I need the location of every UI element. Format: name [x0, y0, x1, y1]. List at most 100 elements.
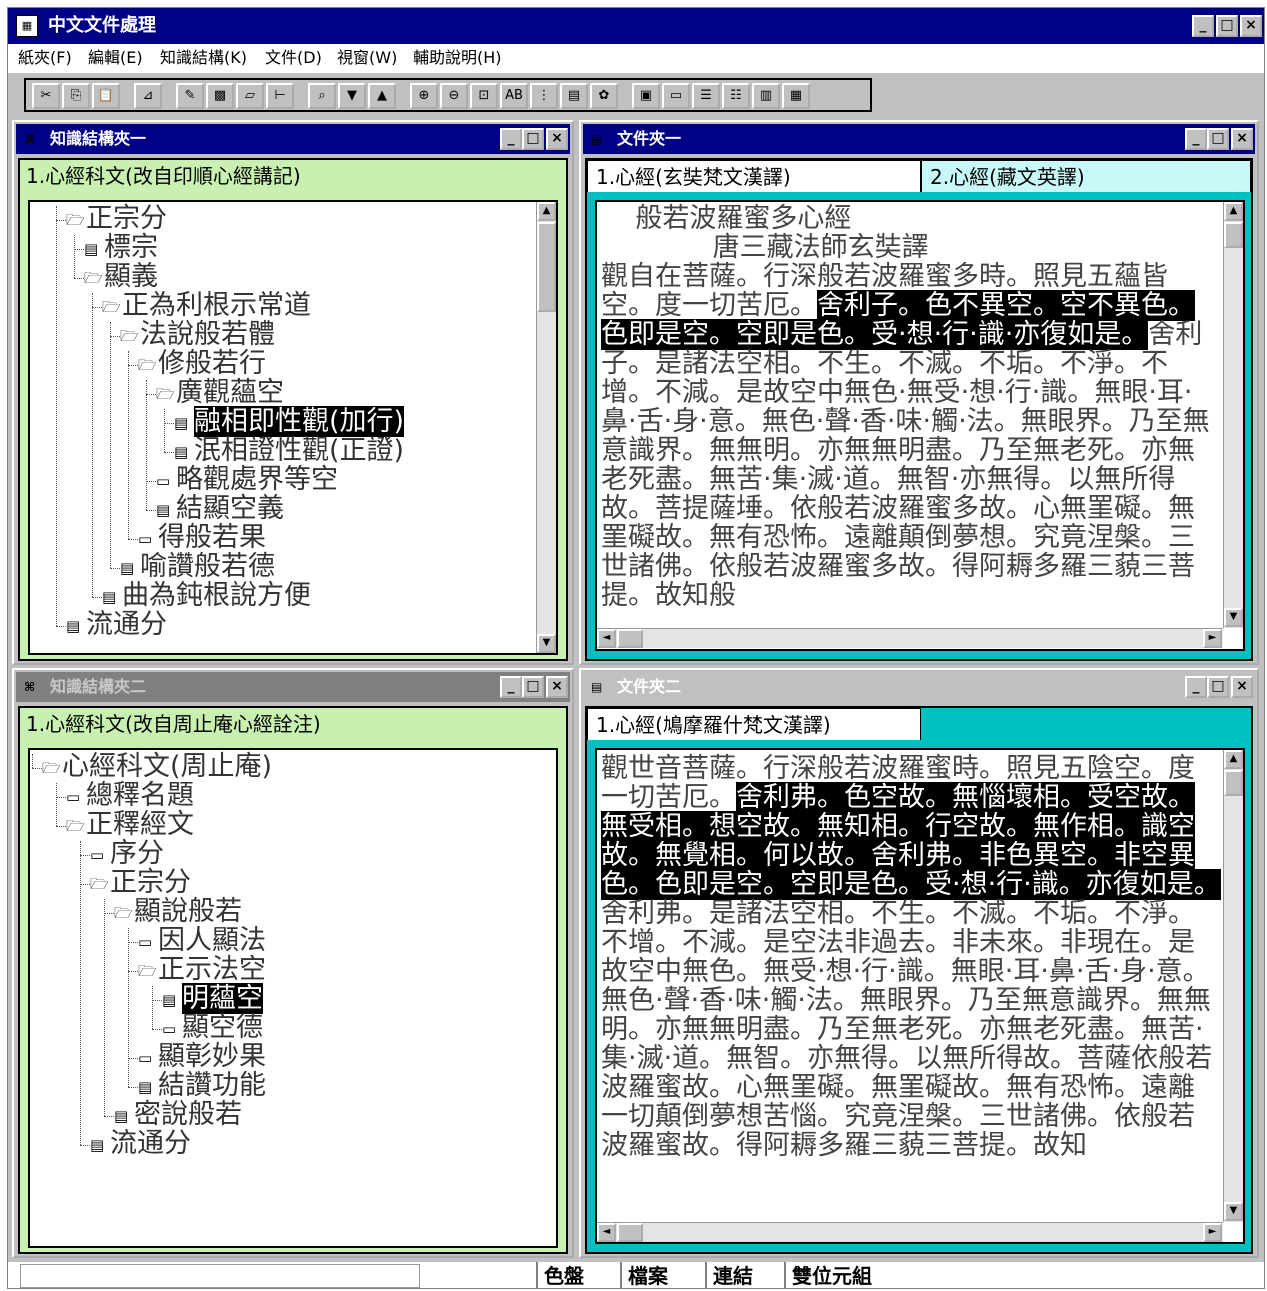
scroll-left-arrow[interactable]: ◄ [597, 1223, 616, 1242]
tree-node[interactable]: ▤ 密說般若 [114, 1100, 242, 1131]
doc-view-icon[interactable]: ▤ [560, 83, 588, 109]
tab-xuanzang[interactable]: 1.心經(玄奘梵文漢譯) [587, 160, 921, 192]
menu-knowledge[interactable]: 知識結構(K) [160, 44, 247, 72]
menu-document[interactable]: 文件(D) [265, 44, 322, 72]
tree-node[interactable]: 🗁廣觀蘊空 [156, 378, 284, 409]
text-style-icon[interactable]: AB [500, 83, 528, 109]
minimize-button[interactable]: _ [1185, 676, 1207, 698]
tree-node[interactable]: ▤ 結顯空義 [156, 494, 284, 525]
scroll-down-arrow[interactable]: ▼ [1224, 1202, 1243, 1221]
scroll-thumb[interactable] [1224, 222, 1243, 248]
knowledge-tree-1[interactable]: ▲ ▼ 🗁正宗分 ▤ 標宗 🗁顯義 🗁正為利根示常道 🗁法說般若體 🗁修般若行 🗁廣觀蘊空 ▤ 融… [28, 200, 558, 655]
zoom-in-icon[interactable]: ⊕ [410, 83, 438, 109]
vertical-scrollbar[interactable]: ▲ ▼ [536, 202, 556, 653]
maximize-button[interactable]: □ [522, 676, 544, 698]
tree-icon[interactable]: ⋮ [530, 83, 558, 109]
minimize-button[interactable]: _ [500, 128, 522, 150]
list2-icon[interactable]: ☷ [722, 83, 750, 109]
tree-node[interactable]: 🗁心經科文(周止庵) [42, 752, 272, 783]
tree-node[interactable]: ▭ 略觀處界等空 [156, 465, 338, 496]
close-button[interactable]: × [1231, 128, 1253, 150]
preview-icon[interactable]: ⊡ [470, 83, 498, 109]
tree-node[interactable]: ▤ 喻讚般若德 [120, 552, 275, 583]
close-button[interactable]: × [1231, 676, 1253, 698]
tree-node[interactable]: 🗁正為利根示常道 [102, 291, 311, 322]
knowledge-tree-2[interactable]: 🗁心經科文(周止庵) ▭ 總釋名題 🗁正釋經文 ▭ 序分 🗁正宗分 🗁顯說般若 ▭ 因人顯法 🗁正示… [28, 748, 558, 1248]
copy-icon[interactable]: ⎘ [62, 83, 90, 109]
tree-node[interactable]: ▤ 流通分 [66, 610, 167, 641]
tree-node[interactable]: ▭ 顯彰妙果 [138, 1042, 266, 1073]
menu-edit[interactable]: 編輯(E) [88, 44, 143, 72]
status-double-byte[interactable]: 雙位元組 [784, 1262, 872, 1288]
document-text-1[interactable]: 般若波羅蜜多心經 唐三藏法師玄奘譯 觀自在菩薩。行深般若波羅蜜多時。照見五蘊皆空… [601, 204, 1221, 610]
minimize-button[interactable]: _ [1192, 15, 1214, 37]
palette-icon[interactable]: ✿ [590, 83, 618, 109]
menu-folder[interactable]: 紙夾(F) [18, 44, 72, 72]
status-link[interactable]: 連結 [705, 1262, 753, 1288]
scroll-up-arrow[interactable]: ▲ [537, 202, 556, 221]
down-icon[interactable]: ▼ [338, 83, 366, 109]
tree-node[interactable]: 🗁顯義 [84, 262, 158, 293]
find-icon[interactable]: ⌕ [308, 83, 336, 109]
tab-tibetan-english[interactable]: 2.心經(藏文英譯) [921, 160, 1251, 192]
pattern-icon[interactable]: ▩ [206, 83, 234, 109]
document-view-2[interactable]: 觀世音菩薩。行深般若波羅蜜時。照見五陰空。度一切苦厄。舍利弗。色空故。無惱壞相。… [595, 748, 1245, 1244]
scroll-up-arrow[interactable]: ▲ [1224, 202, 1243, 221]
app-icon[interactable]: ▦ [16, 15, 38, 37]
knowledge-tab-2[interactable]: 1.心經科文(改自周止庵心經詮注) [20, 708, 321, 740]
list1-icon[interactable]: ☰ [692, 83, 720, 109]
chart-icon[interactable]: ⊿ [134, 83, 162, 109]
minimize-button[interactable]: _ [500, 676, 522, 698]
status-palette[interactable]: 色盤 [536, 1262, 584, 1288]
tree-node[interactable]: ▭ 序分 [90, 839, 164, 870]
maximize-button[interactable]: □ [1216, 15, 1238, 37]
tree-node[interactable]: ▤ 曲為鈍根說方便 [102, 581, 311, 612]
tree-node[interactable]: 🗁正釋經文 [66, 810, 194, 841]
pen-icon[interactable]: ✎ [176, 83, 204, 109]
scroll-up-arrow[interactable]: ▲ [1224, 750, 1243, 769]
hscroll-thumb[interactable] [617, 629, 643, 648]
menu-window[interactable]: 視窗(W) [337, 44, 397, 72]
close-button[interactable]: × [546, 128, 568, 150]
insert-icon[interactable]: ⊢ [266, 83, 294, 109]
horizontal-scrollbar[interactable]: ◄ ► [597, 1222, 1223, 1242]
zoom-out-icon[interactable]: ⊖ [440, 83, 468, 109]
tree-node[interactable]: ▤ 標宗 [84, 233, 158, 264]
tree-node[interactable]: ▭ 總釋名題 [66, 781, 194, 812]
folder-icon[interactable]: ▭ [662, 83, 690, 109]
scroll-down-arrow[interactable]: ▼ [1224, 608, 1243, 627]
scroll-thumb[interactable] [1224, 770, 1243, 796]
tree-node[interactable]: ▤ 明蘊空 [162, 983, 263, 1015]
tree-node[interactable]: ▤ 流通分 [90, 1129, 191, 1160]
tree-node[interactable]: 🗁修般若行 [138, 349, 266, 380]
tree-node[interactable]: ▭ 得般若果 [138, 523, 266, 554]
tree-node[interactable]: 🗁正宗分 [66, 204, 167, 235]
status-file[interactable]: 檔案 [620, 1262, 668, 1288]
cut-icon[interactable]: ✂ [32, 83, 60, 109]
maximize-button[interactable]: □ [1207, 128, 1229, 150]
paste-icon[interactable]: 📋 [92, 83, 120, 109]
scroll-right-arrow[interactable]: ► [1203, 1223, 1222, 1242]
doc1-icon[interactable]: ▥ [752, 83, 780, 109]
tab-kumarajiva[interactable]: 1.心經(鳩摩羅什梵文漢譯) [587, 708, 921, 740]
tree-node[interactable]: ▤ 結讚功能 [138, 1071, 266, 1102]
hscroll-thumb[interactable] [617, 1223, 643, 1242]
horizontal-scrollbar[interactable]: ◄ ► [597, 628, 1223, 648]
scroll-down-arrow[interactable]: ▼ [537, 634, 556, 653]
minimize-button[interactable]: _ [1185, 128, 1207, 150]
scroll-left-arrow[interactable]: ◄ [597, 629, 616, 648]
vertical-scrollbar[interactable]: ▲ ▼ [1223, 750, 1243, 1222]
close-button[interactable]: × [546, 676, 568, 698]
up-icon[interactable]: ▲ [368, 83, 396, 109]
knowledge-tab-1[interactable]: 1.心經科文(改自印順心經講記) [20, 160, 301, 192]
tree-node[interactable]: 🗁正示法空 [138, 955, 266, 986]
tree-node[interactable]: ▤ 泯相證性觀(正證) [174, 436, 404, 467]
tree-node[interactable]: ▤ 融相即性觀(加行) [174, 406, 405, 438]
window1-icon[interactable]: ▣ [632, 83, 660, 109]
tree-node[interactable]: 🗁顯說般若 [114, 897, 242, 928]
maximize-button[interactable]: □ [522, 128, 544, 150]
scroll-thumb[interactable] [537, 222, 556, 312]
scroll-right-arrow[interactable]: ► [1203, 629, 1222, 648]
tree-node[interactable]: 🗁法說般若體 [120, 320, 275, 351]
document-view-1[interactable]: 般若波羅蜜多心經 唐三藏法師玄奘譯 觀自在菩薩。行深般若波羅蜜多時。照見五蘊皆空… [595, 200, 1245, 651]
